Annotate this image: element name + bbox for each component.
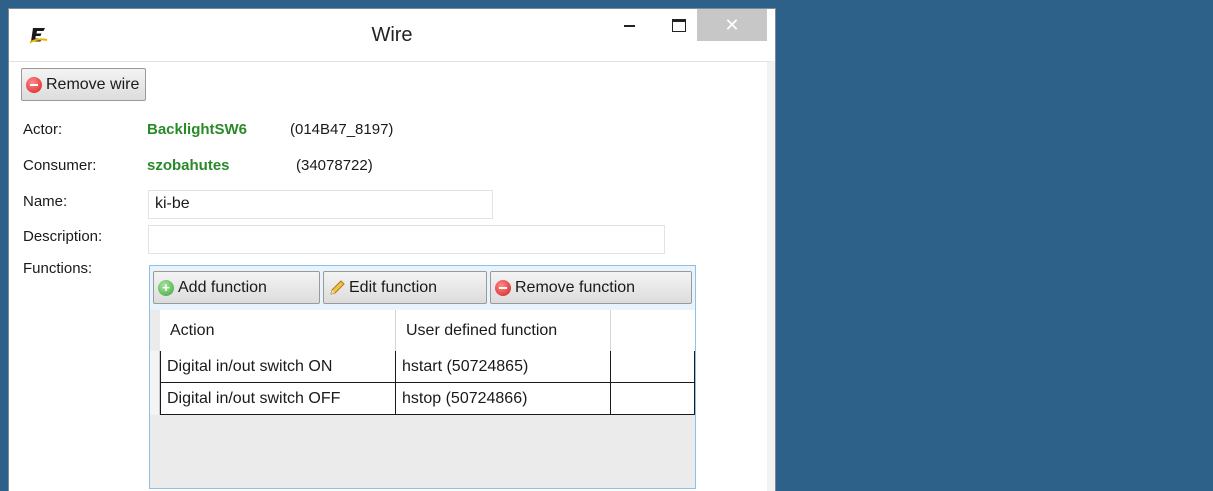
row-header[interactable] xyxy=(150,383,160,415)
edit-function-button[interactable]: Edit function xyxy=(323,271,487,304)
name-field[interactable]: ki-be xyxy=(148,190,493,219)
function-cell[interactable]: hstart (50724865) xyxy=(396,351,611,383)
function-cell[interactable]: hstop (50724866) xyxy=(396,383,611,415)
remove-function-button[interactable]: Remove function xyxy=(490,271,692,304)
actor-name: BacklightSW6 xyxy=(147,121,248,138)
consumer-id: (34078722) xyxy=(296,157,373,174)
empty-cell xyxy=(611,383,695,415)
functions-panel: + Add function Edit function Remove func… xyxy=(149,265,696,489)
remove-function-label: Remove function xyxy=(515,278,636,296)
description-label: Description: xyxy=(23,228,103,245)
close-button[interactable]: ✕ xyxy=(697,9,767,41)
add-function-label: Add function xyxy=(178,278,267,296)
add-icon: + xyxy=(158,279,174,296)
maximize-icon xyxy=(672,18,686,32)
column-header-action[interactable]: Action xyxy=(160,310,396,351)
maximize-button[interactable] xyxy=(657,9,701,41)
title-bar[interactable]: Wire ✕ xyxy=(9,9,775,61)
description-field[interactable] xyxy=(148,225,665,254)
consumer-name: szobahutes xyxy=(147,157,230,174)
remove-icon xyxy=(495,279,511,296)
minimize-button[interactable] xyxy=(607,9,651,41)
table-header: Action User defined function xyxy=(160,310,695,352)
actor-label: Actor: xyxy=(23,121,63,138)
action-cell[interactable]: Digital in/out switch OFF xyxy=(160,383,396,415)
table-row[interactable]: Digital in/out switch ON hstart (5072486… xyxy=(160,351,695,383)
table-row[interactable]: Digital in/out switch OFF hstop (5072486… xyxy=(160,383,695,415)
wire-window: Wire ✕ Remove wire Actor: BacklightSW6 (… xyxy=(8,8,776,491)
remove-icon xyxy=(26,76,42,93)
column-header-user-function[interactable]: User defined function xyxy=(396,310,611,351)
remove-wire-button[interactable]: Remove wire xyxy=(21,68,147,101)
close-icon: ✕ xyxy=(724,14,740,35)
functions-table[interactable]: Action User defined function Digital in/… xyxy=(150,310,695,488)
edit-function-label: Edit function xyxy=(349,278,438,296)
action-cell[interactable]: Digital in/out switch ON xyxy=(160,351,396,383)
row-header[interactable] xyxy=(150,351,160,383)
functions-toolbar: + Add function Edit function Remove func… xyxy=(150,266,695,311)
window-content: Remove wire Actor: BacklightSW6 (014B47_… xyxy=(9,61,775,491)
actor-id: (014B47_8197) xyxy=(290,121,394,138)
empty-cell xyxy=(611,351,695,383)
consumer-label: Consumer: xyxy=(23,157,97,174)
functions-label: Functions: xyxy=(23,260,93,277)
name-label: Name: xyxy=(23,193,68,210)
add-function-button[interactable]: + Add function xyxy=(153,271,320,304)
remove-wire-label: Remove wire xyxy=(46,75,140,93)
minimize-icon xyxy=(623,25,635,27)
pencil-icon xyxy=(330,279,345,295)
